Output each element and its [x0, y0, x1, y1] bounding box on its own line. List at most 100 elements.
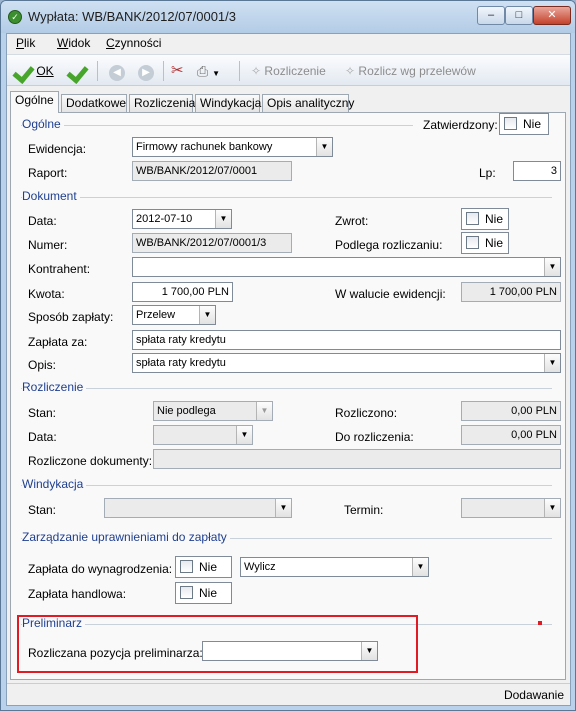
- section-divider: [21, 197, 552, 198]
- chevron-down-icon[interactable]: ▼: [316, 138, 332, 156]
- handlowa-label: Zapłata handlowa:: [28, 587, 127, 601]
- ok-new-button[interactable]: [67, 60, 87, 82]
- termin-label: Termin:: [344, 503, 384, 517]
- ok-button[interactable]: OK: [13, 60, 53, 82]
- tab-dodatkowe[interactable]: Dodatkowe: [61, 94, 127, 112]
- chevron-down-icon[interactable]: ▼: [275, 499, 291, 517]
- close-button[interactable]: ✕: [533, 6, 571, 25]
- chevron-down-icon[interactable]: ▼: [544, 258, 560, 276]
- settle-icon: ✧: [251, 64, 262, 78]
- stan-value: Nie podlega: [157, 405, 216, 417]
- title-bar: ✓ Wypłata: WB/BANK/2012/07/0001/3 – □ ✕: [1, 1, 575, 33]
- wylicz-value: Wylicz: [244, 561, 276, 573]
- data-rozliczenia-picker[interactable]: ▼: [153, 425, 253, 445]
- print-button[interactable]: ⎙ ▼: [197, 60, 220, 82]
- windykacja-stan-select[interactable]: ▼: [104, 498, 292, 518]
- section-ogolne: Ogólne: [22, 117, 64, 131]
- zwrot-checkbox[interactable]: Nie: [461, 208, 509, 230]
- highlight-frame: [17, 615, 418, 673]
- termin-picker[interactable]: ▼: [461, 498, 561, 518]
- tab-ogolne[interactable]: Ogólne: [10, 91, 59, 113]
- next-button[interactable]: ▶: [138, 60, 154, 82]
- minimize-button[interactable]: –: [477, 6, 505, 25]
- do-rozliczenia-label: Do rozliczenia:: [335, 430, 414, 444]
- chevron-down-icon[interactable]: ▼: [412, 558, 428, 576]
- toolbar-separator: [239, 61, 240, 81]
- zatwierdzony-label: Zatwierdzony:: [423, 118, 498, 132]
- opis-select[interactable]: spłata raty kredytu ▼: [132, 353, 561, 373]
- chevron-down-icon[interactable]: ▼: [544, 499, 560, 517]
- chevron-down-icon: ▼: [212, 69, 221, 78]
- status-bar: Dodawanie: [7, 683, 570, 705]
- wylicz-select[interactable]: Wylicz ▼: [240, 557, 429, 577]
- rozliczenie-button[interactable]: ✧ Rozliczenie: [251, 60, 326, 82]
- rozliczone-dokumenty-field: [153, 449, 561, 469]
- lp-field[interactable]: 3: [513, 161, 561, 181]
- tools-button[interactable]: ✂: [171, 60, 184, 82]
- sposob-select[interactable]: Przelew ▼: [132, 305, 216, 325]
- chevron-down-icon[interactable]: ▼: [199, 306, 215, 324]
- wynagrodzenia-checkbox[interactable]: Nie: [175, 556, 232, 578]
- tab-opis-analityczny[interactable]: Opis analityczny: [262, 94, 354, 112]
- zwrot-label: Zwrot:: [335, 214, 369, 228]
- rozliczono-field: 0,00 PLN: [461, 401, 561, 421]
- tab-rozliczenia[interactable]: Rozliczenia: [129, 94, 195, 112]
- toolbar: OK ◀ ▶ ✂ ⎙ ▼ ✧ Rozliczenie ✧ Rozlicz wg …: [7, 54, 570, 86]
- check-icon: [13, 63, 33, 81]
- sposob-label: Sposób zapłaty:: [28, 310, 114, 324]
- status-text: Dodawanie: [503, 688, 564, 702]
- rozliczone-dokumenty-label: Rozliczone dokumenty:: [28, 454, 153, 468]
- tab-windykacja[interactable]: Windykacja: [195, 94, 261, 112]
- section-divider: [21, 485, 552, 486]
- raport-field: WB/BANK/2012/07/0001: [132, 161, 292, 181]
- ewidencja-select[interactable]: Firmowy rachunek bankowy ▼: [132, 137, 333, 157]
- podlega-value: Nie: [485, 236, 504, 250]
- checkbox-box: [180, 586, 193, 600]
- handlowa-checkbox[interactable]: Nie: [175, 582, 232, 604]
- handlowa-value: Nie: [199, 586, 218, 600]
- section-rozliczenie: Rozliczenie: [22, 380, 87, 394]
- toolbar-separator: [97, 61, 98, 81]
- chevron-down-icon[interactable]: ▼: [544, 354, 560, 372]
- walucie-label: W walucie ewidencji:: [335, 287, 446, 301]
- opis-label: Opis:: [28, 358, 57, 372]
- data-value: 2012-07-10: [136, 213, 193, 225]
- section-dokument: Dokument: [22, 189, 80, 203]
- menu-widok[interactable]: Widok: [57, 36, 90, 50]
- kontrahent-label: Kontrahent:: [28, 262, 91, 276]
- marker-dot: [538, 621, 542, 625]
- section-zarzadzanie: Zarządzanie uprawnieniami do zapłaty: [22, 530, 230, 544]
- data-rozliczenia-label: Data:: [28, 430, 57, 444]
- podlega-label: Podlega rozliczaniu:: [335, 238, 443, 252]
- ewidencja-value: Firmowy rachunek bankowy: [136, 141, 273, 153]
- chevron-down-icon[interactable]: ▼: [236, 426, 252, 444]
- menu-bar: Plik Widok Czynności: [7, 34, 570, 52]
- do-rozliczenia-field: 0,00 PLN: [461, 425, 561, 445]
- chevron-down-icon[interactable]: ▼: [215, 210, 231, 228]
- checkbox-box: [180, 560, 193, 574]
- rozliczono-label: Rozliczono:: [335, 406, 398, 420]
- windykacja-stan-label: Stan:: [28, 503, 57, 517]
- menu-plik[interactable]: Plik: [16, 36, 35, 50]
- checkbox-box: [466, 212, 479, 226]
- previous-button[interactable]: ◀: [109, 60, 125, 82]
- menu-czynnosci[interactable]: Czynności: [106, 36, 161, 50]
- kontrahent-select[interactable]: ▼: [132, 257, 561, 277]
- tools-icon: ✂: [171, 62, 184, 79]
- maximize-button[interactable]: □: [505, 6, 533, 25]
- main-window: ✓ Wypłata: WB/BANK/2012/07/0001/3 – □ ✕ …: [0, 0, 576, 711]
- ewidencja-label: Ewidencja:: [28, 142, 87, 156]
- podlega-checkbox[interactable]: Nie: [461, 232, 509, 254]
- data-label: Data:: [28, 214, 57, 228]
- stan-select: Nie podlega ▼: [153, 401, 273, 421]
- zatwierdzony-value: Nie: [523, 117, 542, 131]
- kwota-field[interactable]: 1 700,00 PLN: [132, 282, 233, 302]
- section-windykacja: Windykacja: [22, 477, 87, 491]
- zatwierdzony-checkbox[interactable]: Nie: [499, 113, 549, 135]
- section-divider: [21, 125, 413, 126]
- rozlicz-wg-przelewow-button[interactable]: ✧ Rozlicz wg przelewów: [345, 60, 476, 82]
- zaplata-za-field[interactable]: spłata raty kredytu: [132, 330, 561, 350]
- walucie-field: 1 700,00 PLN: [461, 282, 561, 302]
- checkbox-box: [466, 236, 479, 250]
- data-picker[interactable]: 2012-07-10 ▼: [132, 209, 232, 229]
